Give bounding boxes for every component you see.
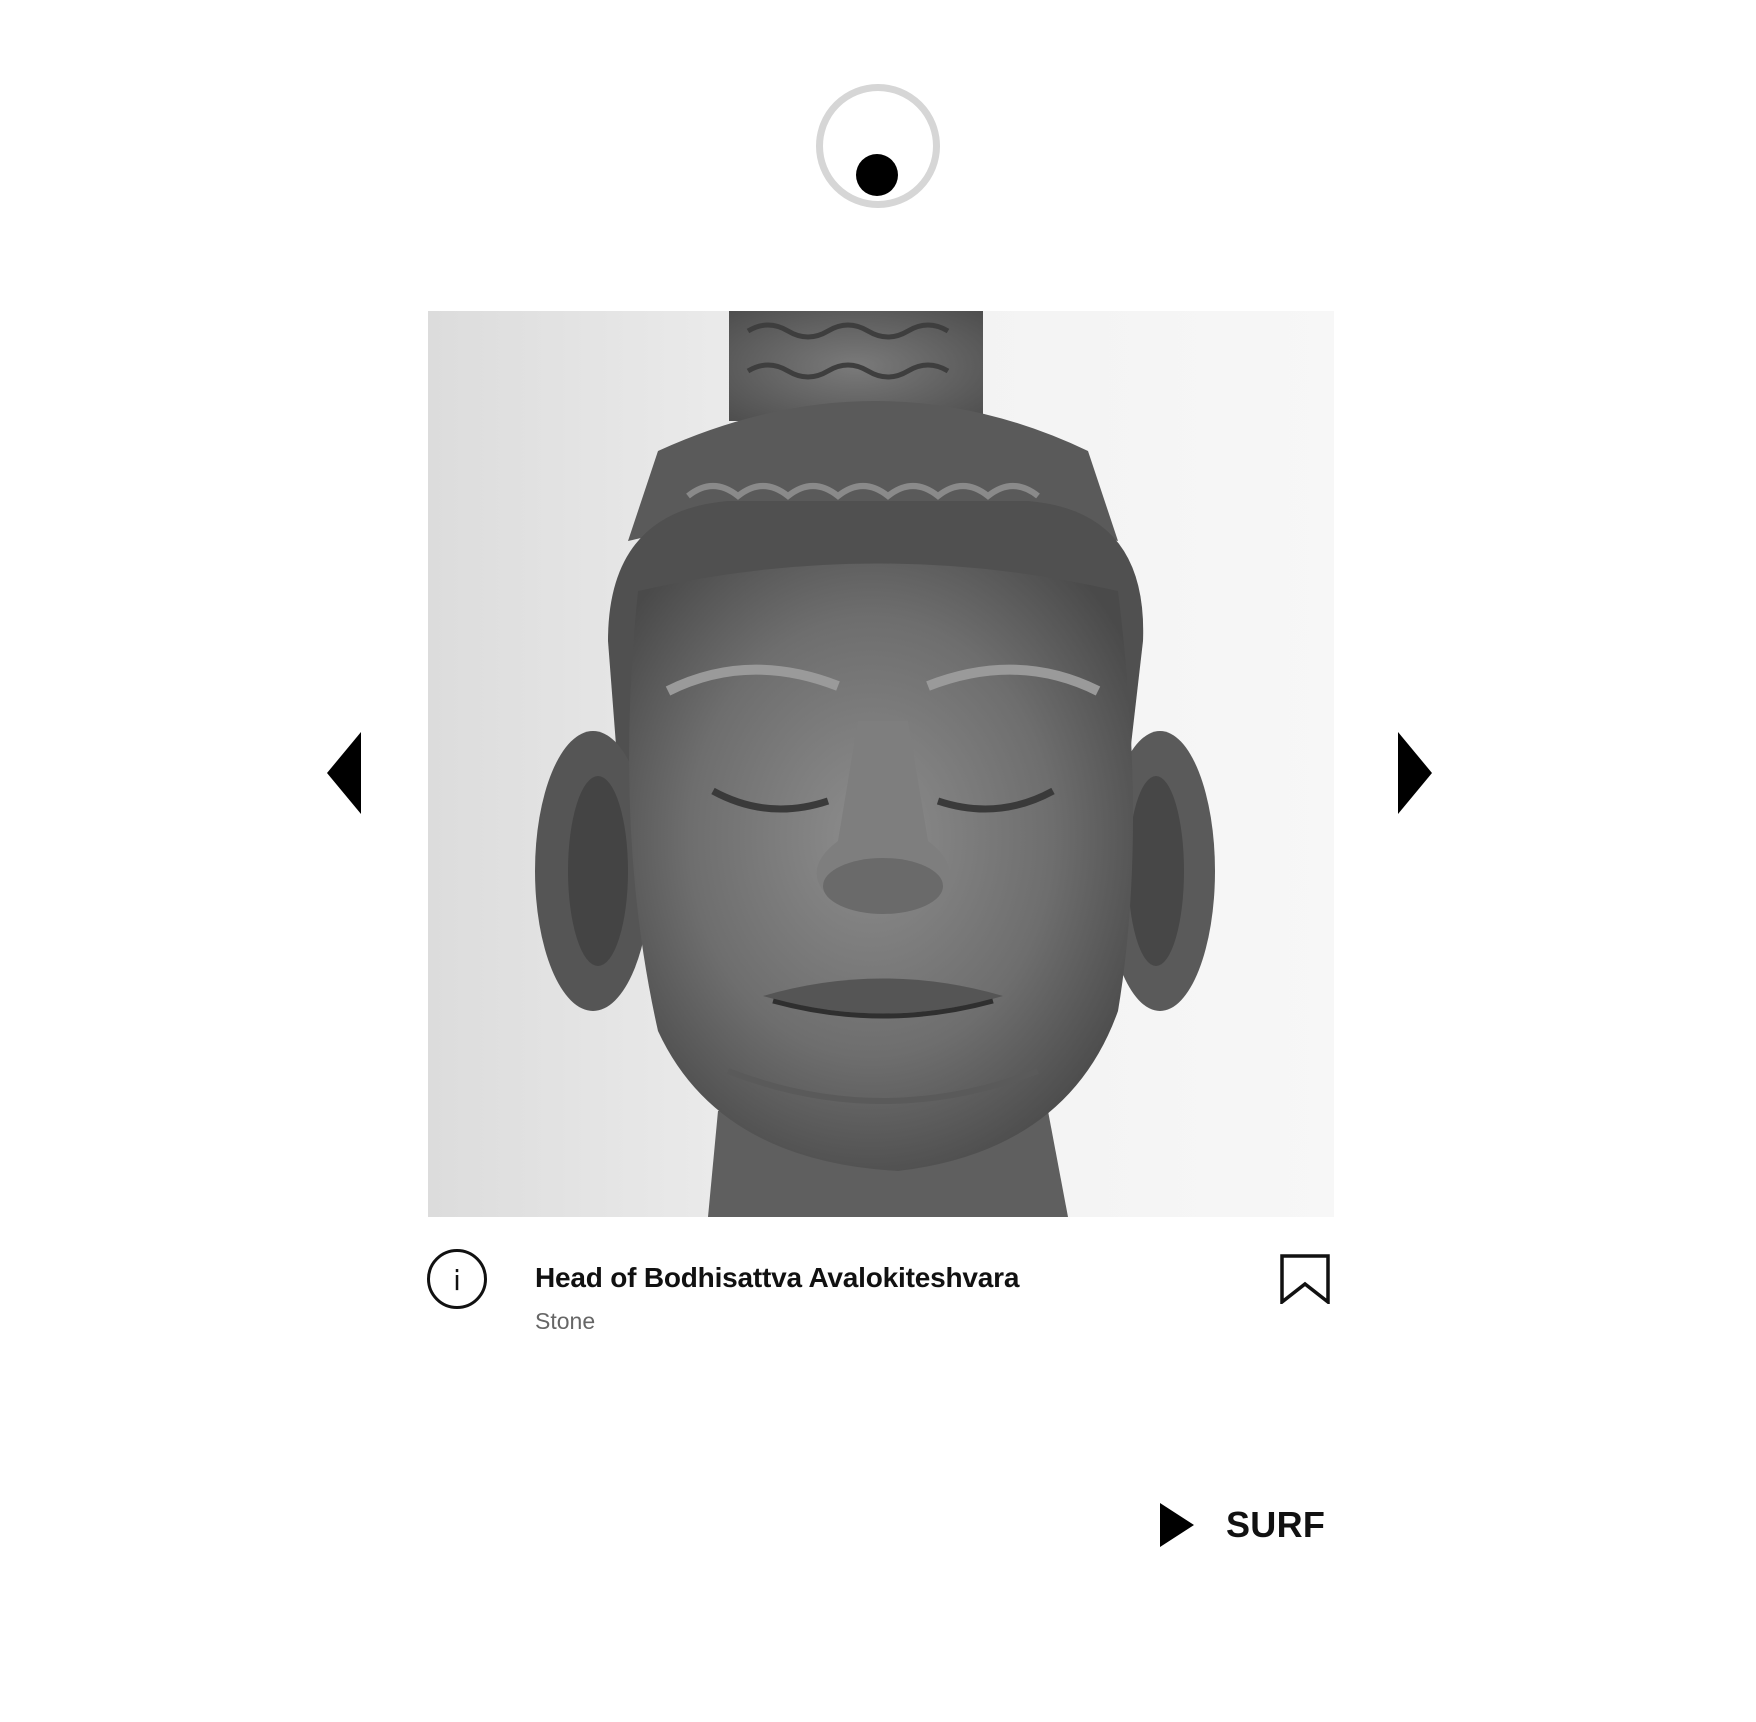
info-icon: i [453,1263,461,1297]
artwork-image[interactable] [428,311,1334,1217]
bookmark-button[interactable] [1280,1254,1330,1306]
next-artwork-button[interactable] [1398,732,1432,814]
info-button[interactable]: i [427,1249,487,1309]
bookmark-icon [1280,1254,1330,1306]
chevron-right-icon [1398,732,1432,814]
previous-artwork-button[interactable] [327,732,361,814]
play-icon [1160,1503,1194,1547]
artwork-title: Head of Bodhisattva Avalokiteshvara [535,1262,1020,1293]
surf-button[interactable]: SURF [1160,1502,1325,1548]
surf-label: SURF [1226,1504,1326,1545]
artwork-medium: Stone [535,1308,596,1334]
chevron-left-icon [327,732,361,814]
eye-icon [856,154,898,196]
sculpture-head-image [428,311,1334,1217]
